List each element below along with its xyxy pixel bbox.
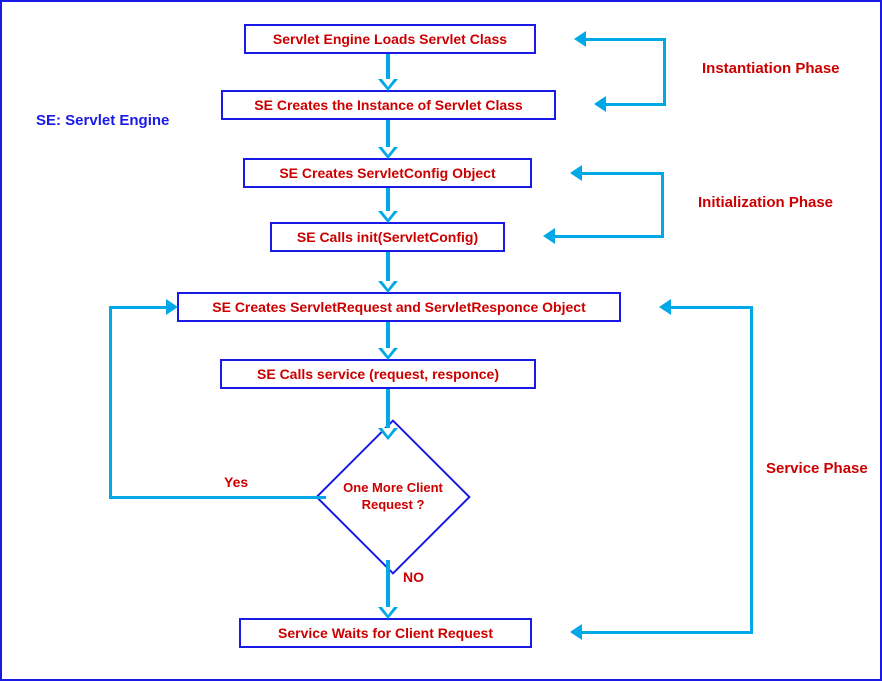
phase-initialization: Initialization Phase <box>698 194 833 211</box>
box-servletconfig: SE Creates ServletConfig Object <box>243 158 532 188</box>
phase-instantiation: Instantiation Phase <box>702 60 840 77</box>
decision-more-request: One More Client Request ? <box>318 432 468 562</box>
phase-service: Service Phase <box>766 460 868 477</box>
box-service: SE Calls service (request, responce) <box>220 359 536 389</box>
arrow-down-4 <box>380 252 396 292</box>
box-load-class: Servlet Engine Loads Servlet Class <box>244 24 536 54</box>
arrow-down-6 <box>380 389 396 439</box>
label-no: NO <box>403 569 424 585</box>
flowchart-canvas: SE: Servlet Engine Servlet Engine Loads … <box>0 0 882 681</box>
label-yes: Yes <box>224 474 248 490</box>
box-wait: Service Waits for Client Request <box>239 618 532 648</box>
arrow-down-5 <box>380 322 396 359</box>
box-init: SE Calls init(ServletConfig) <box>270 222 505 252</box>
box-create-instance: SE Creates the Instance of Servlet Class <box>221 90 556 120</box>
box-req-res: SE Creates ServletRequest and ServletRes… <box>177 292 621 322</box>
arrow-down-7 <box>380 560 396 618</box>
arrow-down-3 <box>380 188 396 222</box>
decision-text: One More Client Request ? <box>318 432 468 562</box>
arrow-down-2 <box>380 120 396 158</box>
legend-text: SE: Servlet Engine <box>36 112 169 129</box>
arrow-down-1 <box>380 54 396 90</box>
